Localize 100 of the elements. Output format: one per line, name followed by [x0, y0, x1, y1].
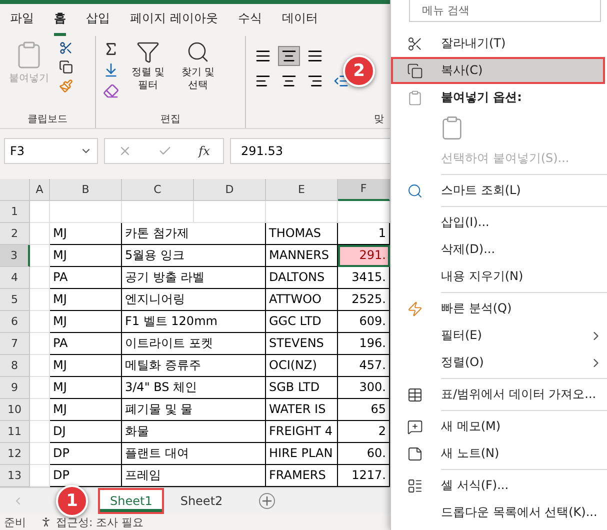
menu-item[interactable]: 새 노트(N) — [391, 440, 605, 467]
menu-item[interactable]: 정렬(O) — [391, 349, 605, 376]
table-cell: WATER IS — [266, 398, 338, 421]
row-header[interactable]: 7 — [0, 332, 30, 355]
add-sheet-icon[interactable] — [258, 492, 275, 509]
column-header[interactable]: F — [338, 178, 390, 201]
clipboard-icon — [407, 90, 423, 106]
column-header[interactable]: A — [30, 178, 50, 201]
table-cell: DJ — [50, 420, 122, 443]
table-cell: GGC LTD — [266, 310, 338, 333]
table-cell: PA — [50, 266, 122, 289]
ribbon-tab[interactable]: 파일 — [10, 10, 34, 36]
menu-item[interactable]: 삭제(D)... — [391, 236, 605, 263]
table-cell: 300. — [338, 376, 390, 399]
search-icon — [186, 40, 210, 64]
sort-filter-button[interactable]: 정렬 및 필터 — [126, 40, 170, 92]
menu-item[interactable]: 드롭다운 목록에서 선택(K)... — [391, 499, 605, 526]
menu-item[interactable]: 삽입(I)... — [391, 209, 605, 236]
table-cell: 291. — [338, 244, 390, 267]
arrow-down-icon — [103, 62, 119, 78]
table-cell: MJ — [50, 398, 122, 421]
row-header[interactable]: 8 — [0, 354, 30, 377]
column-header[interactable]: B — [50, 178, 122, 201]
table-icon — [407, 386, 423, 402]
table-cell: OCI(NZ) — [266, 354, 338, 377]
clear-button[interactable] — [102, 82, 120, 100]
callout-badge: 1 — [56, 484, 88, 517]
table-cell: 2 — [338, 420, 390, 443]
note-icon — [407, 446, 423, 462]
filter-icon — [136, 40, 160, 64]
copy-button[interactable] — [58, 58, 74, 75]
table-cell: THOMAS — [266, 222, 338, 245]
table-cell: MANNERS — [266, 244, 338, 267]
ribbon-tab[interactable]: 삽입 — [86, 10, 110, 36]
name-box[interactable]: F3 — [4, 138, 98, 164]
column-header[interactable]: E — [266, 178, 338, 201]
table-cell: 엔지니어링 — [122, 288, 266, 311]
menu-heading: 붙여넣기 옵션: — [391, 84, 605, 111]
column-header[interactable]: D — [194, 178, 266, 201]
row-header[interactable]: 11 — [0, 420, 30, 443]
row-header[interactable]: 10 — [0, 398, 30, 421]
paintbrush-icon — [59, 78, 73, 93]
search-icon — [407, 182, 423, 198]
menu-item[interactable]: 스마트 조회(L) — [391, 177, 605, 204]
function-symbol[interactable]: fx — [198, 144, 210, 158]
comment-icon — [407, 418, 423, 434]
row-header[interactable]: 6 — [0, 310, 30, 333]
find-select-button[interactable]: 찾기 및 선택 — [176, 40, 220, 92]
menu-item[interactable]: 잘라내기(T) — [391, 30, 605, 57]
table-cell: 1217. — [338, 464, 390, 487]
accessibility-icon — [40, 516, 52, 528]
row-header[interactable]: 1 — [0, 200, 30, 223]
table-cell: 플랜트 대여 — [122, 442, 266, 465]
row-header[interactable]: 13 — [0, 464, 30, 487]
copy-icon — [407, 62, 423, 78]
cut-button[interactable] — [58, 40, 74, 56]
table-cell: 2525. — [338, 288, 390, 311]
menu-item[interactable]: 내용 지우기(N) — [391, 263, 605, 290]
column-header[interactable]: C — [122, 178, 194, 201]
accessibility-status[interactable]: 접근성: 조사 필요 — [56, 514, 144, 530]
menu-item[interactable]: 셀 서식(F)... — [391, 472, 605, 499]
table-cell: 3/4" BS 체인 — [122, 376, 266, 399]
table-cell: STEVENS — [266, 332, 338, 355]
indent-icon — [333, 72, 349, 89]
row-header[interactable]: 9 — [0, 376, 30, 399]
table-cell: DALTONS — [266, 266, 338, 289]
table-cell: 프레임 — [122, 464, 266, 487]
table-cell: 화물 — [122, 420, 266, 443]
ribbon-tab[interactable]: 수식 — [238, 10, 262, 36]
group-label: 맞 — [373, 113, 384, 126]
menu-item[interactable]: 새 메모(M) — [391, 413, 605, 440]
row-header[interactable]: 5 — [0, 288, 30, 311]
row-header[interactable]: 3 — [0, 244, 30, 267]
ribbon-tab[interactable]: 페이지 레이아웃 — [130, 10, 218, 36]
formula-field[interactable]: 291.53 — [230, 138, 390, 164]
search-field[interactable]: 메뉴 검색 — [409, 0, 601, 22]
ribbon-tab[interactable]: 홈 — [54, 10, 66, 36]
group-label: 편집 — [160, 113, 182, 126]
ribbon-tab[interactable]: 데이터 — [282, 10, 318, 36]
status-text: 준비 — [4, 514, 26, 530]
menu-item[interactable]: 빠른 분석(Q) — [391, 295, 605, 322]
table-cell: FRAMERS — [266, 464, 338, 487]
row-header[interactable]: 4 — [0, 266, 30, 289]
menu-item[interactable]: 표/범위에서 데이터 가져오... — [391, 381, 605, 408]
sheet-tab[interactable]: Sheet1 — [100, 490, 162, 512]
table-cell: 이트라이트 포켓 — [122, 332, 266, 355]
align-middle-button[interactable] — [278, 46, 300, 66]
row-header[interactable]: 12 — [0, 442, 30, 465]
menu-item[interactable]: 필터(E) — [391, 322, 605, 349]
table-cell: DP — [50, 442, 122, 465]
table-cell: 609. — [338, 310, 390, 333]
table-cell: MJ — [50, 376, 122, 399]
lightning-icon — [407, 300, 423, 316]
scissors-icon — [59, 40, 73, 55]
table-cell: MJ — [50, 310, 122, 333]
sheet-tab[interactable]: Sheet2 — [170, 490, 233, 512]
align-icon — [307, 48, 323, 64]
eraser-icon — [103, 82, 119, 99]
table-cell: 60. — [338, 442, 390, 465]
row-header[interactable]: 2 — [0, 222, 30, 245]
